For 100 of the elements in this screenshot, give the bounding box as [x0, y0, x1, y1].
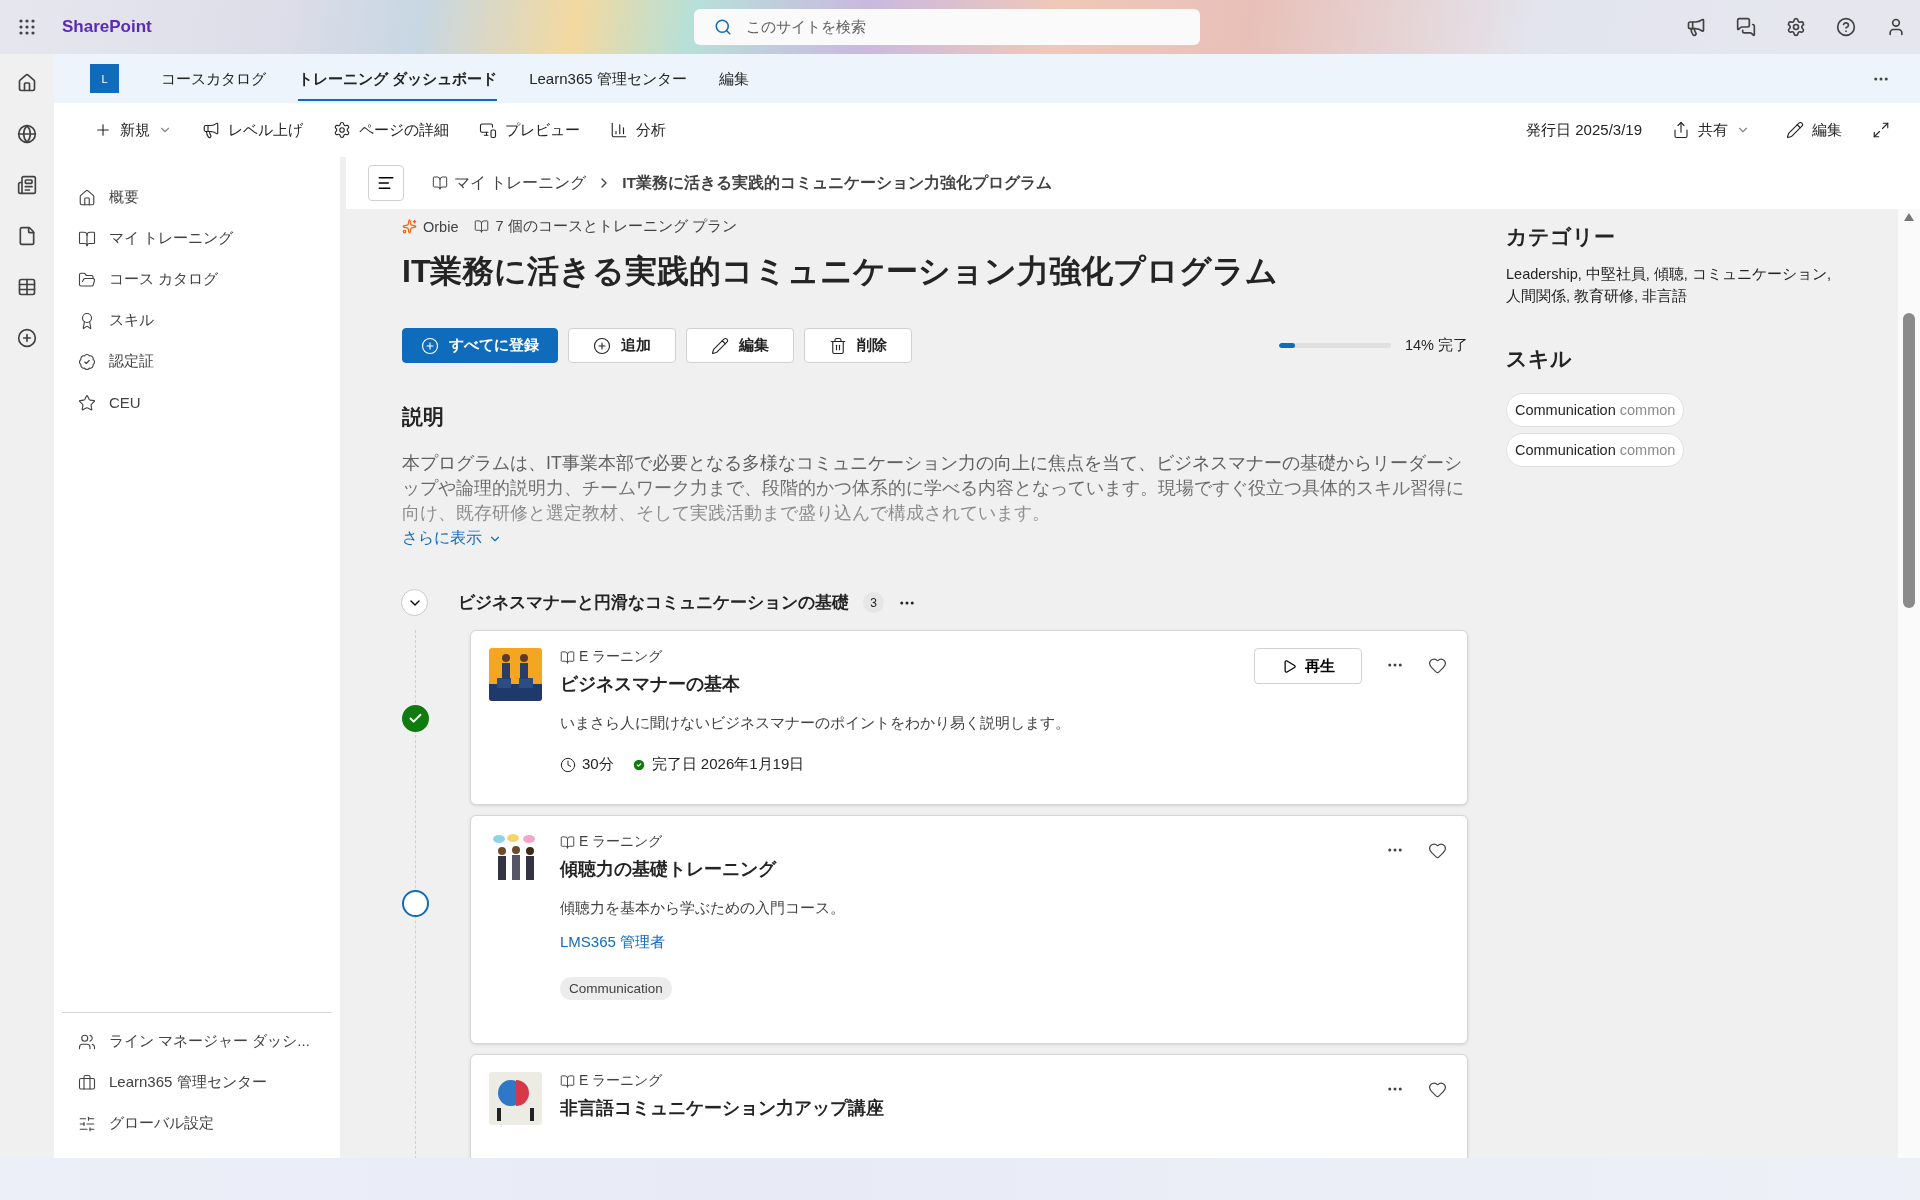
action-icon — [593, 336, 611, 355]
menu-button[interactable] — [368, 165, 404, 201]
collapse-button[interactable] — [401, 589, 428, 616]
search-field[interactable]: このサイトを検索 — [694, 9, 1200, 45]
skill-chip: Communication common — [1506, 433, 1685, 467]
check-icon — [631, 757, 646, 772]
chat-icon[interactable] — [1736, 17, 1756, 37]
course-type: E ラーニング — [560, 1072, 1368, 1090]
sidebar-item[interactable]: グローバル設定 — [62, 1103, 332, 1144]
toolbar-icon — [333, 121, 351, 139]
sparkle-icon — [402, 219, 417, 234]
sidebar-item[interactable]: スキル — [62, 300, 332, 341]
play-button[interactable]: 再生 — [1254, 648, 1362, 684]
toolbar-button[interactable]: ページの詳細 — [333, 116, 449, 144]
scrollbar-thumb[interactable] — [1903, 313, 1915, 608]
show-more-link[interactable]: さらに表示 — [402, 528, 1468, 549]
megaphone-icon[interactable] — [1686, 17, 1706, 37]
course-title: ビジネスマナーの基本 — [560, 673, 741, 696]
book-icon — [432, 175, 448, 191]
categories-heading: カテゴリー — [1506, 224, 1616, 250]
home-icon[interactable] — [17, 73, 37, 93]
sidebar-icon — [78, 352, 96, 371]
action-icon — [829, 336, 847, 355]
toolbar-button[interactable]: レベル上げ — [202, 116, 303, 144]
sidebar-item[interactable]: 認定証 — [62, 341, 332, 382]
action-button[interactable]: 削除 — [804, 328, 912, 363]
play-icon — [1281, 658, 1297, 674]
file-icon[interactable] — [17, 226, 37, 246]
heart-icon[interactable] — [1428, 656, 1447, 675]
book-icon — [474, 219, 490, 234]
breadcrumb-link[interactable]: IT業務に活きる実践的コミュニケーション力強化プログラム — [622, 172, 1053, 194]
sidebar-item[interactable]: CEU — [62, 382, 332, 423]
help-icon[interactable] — [1836, 17, 1856, 37]
sidebar-icon — [78, 393, 96, 412]
sidebar-icon — [78, 270, 96, 289]
tag-chip: Communication — [560, 977, 672, 1000]
toolbar-button[interactable]: プレビュー — [479, 116, 580, 144]
course-title: 非言語コミュニケーション力アップ講座 — [560, 1097, 885, 1120]
course-description: いまさら人に聞けないビジネスマナーのポイントをわかり易く説明します。 — [560, 714, 1071, 733]
course-type: E ラーニング — [560, 833, 1368, 851]
section-title: ビジネスマナーと円滑なコミュニケーションの基礎 — [458, 592, 849, 614]
action-button[interactable]: 追加 — [568, 328, 676, 363]
news-icon[interactable] — [17, 175, 37, 195]
settings-icon[interactable] — [1786, 17, 1806, 37]
app-name[interactable]: SharePoint — [54, 17, 694, 37]
pencil-icon — [1786, 121, 1804, 139]
sidebar-icon — [78, 229, 96, 248]
heart-icon[interactable] — [1428, 841, 1447, 860]
scrollbar[interactable] — [1898, 209, 1920, 1158]
clock-icon — [560, 756, 576, 773]
nav-tab[interactable]: 編集 — [718, 56, 749, 101]
course-description: 傾聴力を基本から学ぶための入門コース。 — [560, 899, 846, 918]
scroll-up-icon[interactable] — [1904, 213, 1914, 221]
action-button[interactable]: すべてに登録 — [402, 328, 558, 363]
menu-icon — [377, 174, 395, 192]
action-icon — [711, 336, 729, 355]
description-text: 本プログラムは、IT事業本部で必要となる多様なコミュニケーション力の向上に焦点を当て、ビジネスマナーの基礎からリーダーシップや論理的説明力、チームワーク力まで、段階的かつ体系的に学べる内容となっています。現場ですぐ役立つ具体的スキル習得に向け、既存研修と選定教材、そして実践活動まで盛り込んで構成されています。 — [402, 452, 1465, 525]
sidebar-item[interactable]: 概要 — [62, 177, 332, 218]
sidebar-icon — [78, 1114, 96, 1133]
author-link[interactable]: LMS365 管理者 — [560, 933, 1368, 952]
course-title: 傾聴力の基礎トレーニング — [560, 858, 778, 881]
action-icon — [421, 336, 439, 355]
nav-tab[interactable]: トレーニング ダッシュボード — [298, 56, 498, 101]
book-icon — [560, 1073, 575, 1089]
count-badge: 3 — [863, 592, 884, 613]
course-type: E ラーニング — [560, 648, 1236, 666]
breadcrumb-link[interactable]: マイ トレーニング — [432, 172, 587, 194]
globe-icon[interactable] — [17, 124, 37, 144]
course-count: 7 個のコースとトレーニング プラン — [474, 217, 737, 236]
sidebar-item[interactable]: Learn365 管理センター — [62, 1062, 332, 1103]
sidebar-item[interactable]: ライン マネージャー ダッシ... — [62, 1021, 332, 1062]
nav-tab[interactable]: コースカタログ — [161, 56, 266, 101]
table-icon[interactable] — [17, 277, 37, 297]
user-icon[interactable] — [1886, 17, 1906, 37]
toolbar-icon — [479, 121, 497, 139]
sidebar-item[interactable]: コース カタログ — [62, 259, 332, 300]
toolbar-button[interactable]: 新規 — [94, 116, 172, 144]
share-icon — [1672, 121, 1690, 139]
add-icon[interactable] — [17, 328, 37, 348]
skill-chip: Communication common — [1506, 393, 1685, 427]
sidebar-icon — [78, 1073, 96, 1092]
toolbar-icon — [94, 121, 112, 139]
site-logo[interactable]: L — [90, 64, 119, 93]
skills-heading: スキル — [1506, 346, 1573, 372]
heart-icon[interactable] — [1428, 1080, 1447, 1099]
sidebar-icon — [78, 1032, 96, 1051]
toolbar-icon — [202, 121, 220, 139]
expand-icon[interactable] — [1872, 121, 1890, 139]
course-card[interactable]: E ラーニング 非言語コミュニケーション力アップ講座 — [470, 1054, 1468, 1158]
sidebar-item[interactable]: マイ トレーニング — [62, 218, 332, 259]
edit-button[interactable]: 編集 — [1786, 116, 1842, 144]
app-launcher-icon[interactable] — [18, 18, 36, 36]
nav-tab[interactable]: Learn365 管理センター — [529, 56, 687, 101]
action-button[interactable]: 編集 — [686, 328, 794, 363]
share-button[interactable]: 共有 — [1672, 116, 1750, 144]
toolbar-icon — [610, 121, 628, 139]
book-icon — [560, 649, 575, 665]
toolbar-button[interactable]: 分析 — [610, 116, 666, 144]
search-icon — [714, 18, 732, 36]
sidebar-icon — [78, 188, 96, 207]
